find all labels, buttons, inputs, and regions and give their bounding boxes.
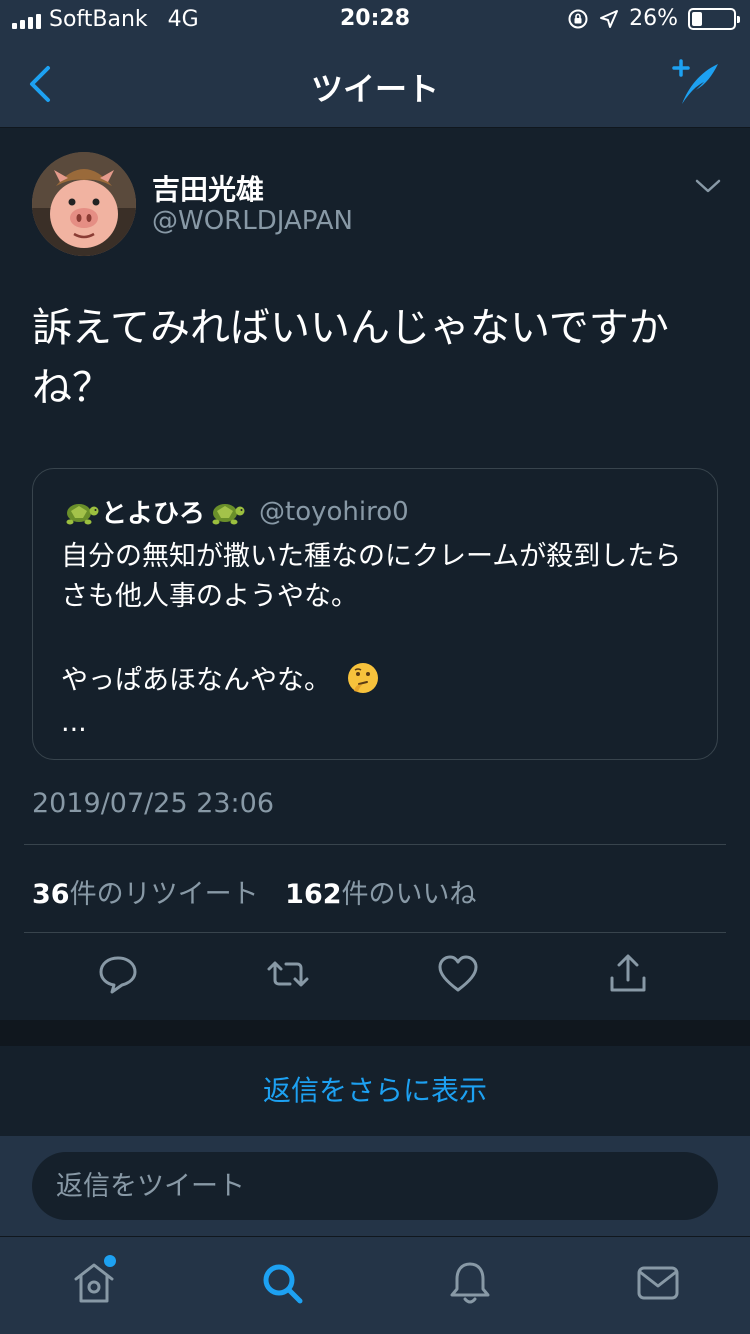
turtle-emoji-icon <box>66 503 99 524</box>
reply-icon[interactable] <box>96 952 140 996</box>
tab-bar <box>0 1236 750 1334</box>
like-count: 162 <box>285 879 342 910</box>
quoted-tweet-text: 自分の無知が撒いた種なのにクレームが殺到したらさも他人事のようやな。 やっぱあほ… <box>61 537 701 743</box>
tweet-actions <box>0 952 750 1008</box>
messages-envelope-icon[interactable] <box>634 1259 682 1307</box>
quoted-author-handle: @toyohiro0 <box>259 496 409 527</box>
compose-tweet-icon[interactable] <box>666 58 722 108</box>
page-title: ツイート <box>310 70 439 108</box>
battery-percent: 26% <box>629 6 678 31</box>
quoted-text-ellipsis: ... <box>61 707 87 738</box>
quoted-tweet[interactable]: とよひろ @toyohiro0 自分の無知が撒いた種なのにクレームが殺到したらさ… <box>32 468 718 760</box>
pig-face-icon <box>32 152 136 256</box>
chevron-down-icon[interactable] <box>694 176 722 196</box>
turtle-emoji-icon <box>212 503 245 524</box>
new-content-dot <box>104 1255 116 1267</box>
quoted-text-line: 自分の無知が撒いた種なのにクレームが殺到したらさも他人事のようやな。 <box>61 541 682 612</box>
author-handle[interactable]: @WORLDJAPAN <box>152 206 353 236</box>
navigation-bar: ツイート <box>0 40 750 128</box>
retweet-icon[interactable] <box>266 952 310 996</box>
reply-bar <box>0 1136 750 1236</box>
tweet-timestamp: 2019/07/25 23:06 <box>32 788 275 819</box>
notifications-bell-icon[interactable] <box>446 1259 494 1307</box>
quoted-text-line: やっぱあほなんやな。 <box>61 665 331 696</box>
divider <box>24 844 726 845</box>
orientation-lock-icon <box>568 9 588 28</box>
show-more-replies-button[interactable]: 返信をさらに表示 <box>0 1046 750 1136</box>
tweet-text: 訴えてみればいいんじゃないですかね？ <box>32 305 669 411</box>
likes-link[interactable]: 162件のいいね <box>285 879 476 910</box>
author-name[interactable]: 吉田光雄 <box>152 168 264 208</box>
quoted-author-name: とよひろ <box>101 499 206 529</box>
divider <box>24 932 726 933</box>
share-icon[interactable] <box>606 952 650 996</box>
search-icon[interactable] <box>258 1259 306 1307</box>
author-avatar[interactable] <box>32 152 136 256</box>
location-icon <box>600 9 619 28</box>
section-separator <box>0 1020 750 1046</box>
status-bar: SoftBank 4G 20:28 26% <box>0 0 750 40</box>
battery-icon <box>688 7 740 30</box>
retweet-count: 36 <box>32 879 70 910</box>
reply-input[interactable] <box>32 1152 718 1220</box>
retweets-link[interactable]: 36件のリツイート <box>32 879 259 910</box>
like-heart-icon[interactable] <box>436 952 480 996</box>
thinking-face-emoji-icon <box>347 663 378 693</box>
tweet-detail: 吉田光雄 @WORLDJAPAN 訴えてみればいいんじゃないですかね？ とよひろ <box>0 128 750 1020</box>
tweet-stats: 36件のリツイート 162件のいいね <box>32 872 477 911</box>
